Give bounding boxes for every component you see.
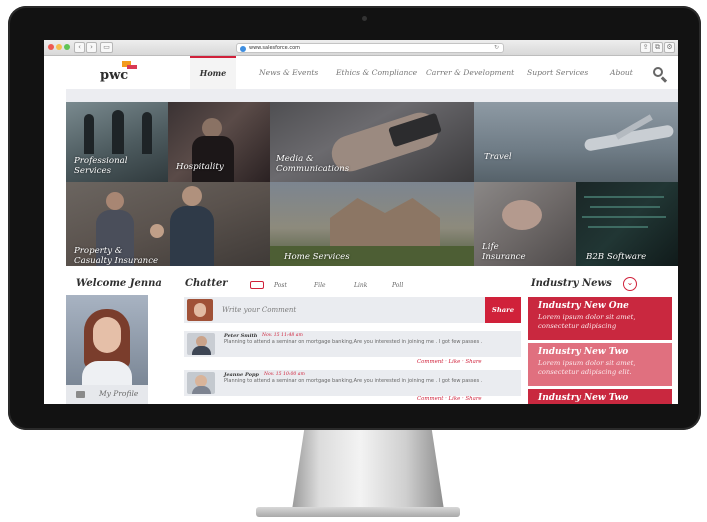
news-title: Industry New Two [538,347,629,357]
chevron-down-icon[interactable]: ⌄ [623,277,637,291]
post-item: Jeanne Popp Nov. 15 10:00 am Planning to… [184,370,521,396]
pwc-logo[interactable]: pwc [100,56,144,89]
close-window-button[interactable] [48,44,54,50]
screen: ‹ › ▭ www.salesforce.com ↻ ⇪ ⧉ ⚙ pwc Hom… [44,40,678,404]
post-time: Nov. 15 10:00 am [264,372,305,377]
minimize-window-button[interactable] [56,44,62,50]
nav-support-services[interactable]: Suport Services [527,56,588,89]
news-text: Lorem ipsum dolor sit amet, consectetur … [538,313,636,330]
tab-poll[interactable]: Poll [392,282,403,289]
maximize-window-button[interactable] [64,44,70,50]
comment-input[interactable]: Write your Comment [222,297,482,323]
nav-career-development[interactable]: Carrer & Development [426,56,514,89]
profile-card-icon [76,391,85,398]
tile-label: Life Insurance [482,242,526,262]
post-text: Planning to attend a seminar on mortgage… [224,378,483,384]
post-time: Nov. 15 11:48 am [262,333,303,338]
address-url: www.salesforce.com [249,45,300,51]
tile-media-communications[interactable]: Media & Communications [270,102,474,182]
tile-label: Property & Casualty Insurance [74,246,159,266]
site-header: pwc Home News & Events Ethics & Complian… [66,56,678,89]
my-profile-link[interactable]: My Profile [66,385,148,404]
back-button[interactable]: ‹ [74,42,85,53]
news-card[interactable]: Industry New Two Lorem ipsum dolor sit a… [528,343,672,386]
tile-label: Hospitality [176,162,224,172]
tile-b2b-software[interactable]: B2B Software [576,182,678,266]
header-subbar [66,89,678,102]
tile-label: Travel [484,152,512,162]
tabs-button[interactable]: ⧉ [652,42,663,53]
post-icon[interactable] [250,281,264,289]
post-text: Planning to attend a seminar on mortgage… [224,339,483,345]
site-icon [240,45,246,52]
tile-label: Home Services [284,252,350,262]
tile-home-services[interactable]: Home Services [270,182,474,266]
address-bar[interactable]: www.salesforce.com ↻ [236,43,504,53]
settings-gear-icon[interactable]: ⚙ [664,42,675,53]
news-text: Lorem ipsum dolor sit amet, consectetur … [538,359,636,376]
reload-icon[interactable]: ↻ [494,44,499,52]
profile-label: My Profile [99,389,139,398]
nav-news-events[interactable]: News & Events [259,56,318,89]
chatter-title: Chatter [185,278,228,289]
tile-property-casualty-insurance[interactable]: Property & Casualty Insurance [66,182,270,266]
tile-hospitality[interactable]: Hospitality [168,102,270,182]
tab-link[interactable]: Link [354,282,367,289]
browser-toolbar: ‹ › ▭ www.salesforce.com ↻ ⇪ ⧉ ⚙ [44,40,678,56]
tile-travel[interactable]: Travel [474,102,678,182]
nav-about[interactable]: About [610,56,633,89]
tile-life-insurance[interactable]: Life Insurance [474,182,576,266]
monitor-bezel: ‹ › ▭ www.salesforce.com ↻ ⇪ ⧉ ⚙ pwc Hom… [8,6,701,430]
news-card[interactable]: Industry New One Lorem ipsum dolor sit a… [528,297,672,340]
tile-label: Professional Services [74,156,128,176]
monitor-stand-base [256,507,460,517]
news-title: Industry New One [538,301,629,311]
tab-file[interactable]: File [314,282,326,289]
news-card[interactable]: Industry New Two [528,389,672,404]
tile-label: Media & Communications [276,154,350,174]
share-page-button[interactable]: ⇪ [640,42,651,53]
nav-home[interactable]: Home [190,56,236,89]
sidebar-toggle-button[interactable]: ▭ [100,42,113,53]
search-icon[interactable] [652,66,668,83]
forward-button[interactable]: › [86,42,97,53]
logo-mark-red [127,65,137,69]
welcome-title: Welcome Jenna [76,278,162,289]
logo-text: pwc [100,68,129,83]
news-title: Industry New Two [538,393,629,403]
nav-ethics-compliance[interactable]: Ethics & Compliance [336,56,417,89]
tile-label: B2B Software [586,252,647,262]
avatar [187,333,215,355]
monitor-stand-neck [292,430,444,510]
profile-photo [66,295,148,385]
share-button[interactable]: Share [485,297,521,323]
comment-box: Write your Comment Share [184,297,521,323]
tab-post[interactable]: Post [274,282,287,289]
industry-news-title: Industry News [531,278,612,289]
avatar [187,299,213,321]
camera-dot [362,16,367,21]
tile-professional-services[interactable]: Professional Services [66,102,168,182]
avatar [187,372,215,394]
post-item: Peter Smith Nov. 15 11:48 am Planning to… [184,331,521,357]
